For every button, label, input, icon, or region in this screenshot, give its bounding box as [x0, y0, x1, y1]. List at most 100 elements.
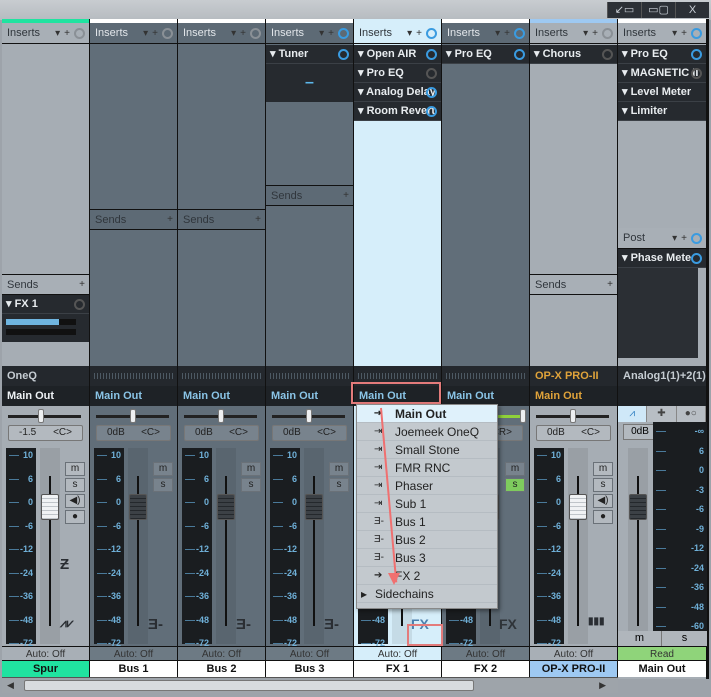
power-icon[interactable] [338, 27, 349, 39]
dropdown-arrow-icon[interactable]: ▾ [407, 28, 412, 39]
expand-icon[interactable]: ▾ [534, 48, 543, 60]
track-name-label[interactable]: FX 1 [354, 661, 441, 677]
add-send-icon[interactable]: + [167, 214, 173, 225]
dropdown-arrow-icon[interactable]: ▾ [143, 28, 148, 39]
send-pan-slider[interactable] [6, 329, 76, 335]
main-volume-fader[interactable] [629, 494, 647, 520]
dropdown-arrow-icon[interactable]: ▾ [583, 28, 588, 39]
menu-item[interactable]: ⇥ Phaser [357, 477, 497, 495]
insert-slot[interactable]: ▾ Pro EQ [354, 64, 441, 83]
automation-mode[interactable]: Auto: Off [442, 646, 529, 661]
main-volume-value[interactable]: 0dB [623, 424, 657, 440]
pan-knob[interactable] [306, 409, 312, 423]
output-selector[interactable]: Main Out [2, 386, 89, 406]
expand-icon[interactable]: ▾ [358, 105, 367, 117]
track-name-label[interactable]: Bus 2 [178, 661, 265, 677]
track-name-label[interactable]: Spur [2, 661, 89, 677]
post-slot[interactable]: ▾ Phase Mete [618, 249, 706, 268]
insert-slot[interactable]: ▾ Analog Delay [354, 83, 441, 102]
output-selector[interactable]: Main Out [442, 386, 529, 406]
add-insert-icon[interactable]: + [240, 28, 246, 39]
expand-icon[interactable]: ▾ [358, 67, 367, 79]
automation-mode[interactable]: Auto: Off [178, 646, 265, 661]
add-insert-icon[interactable]: + [64, 28, 70, 39]
power-icon[interactable] [691, 27, 702, 39]
menu-item[interactable]: Ǝ- Bus 3 [357, 549, 497, 567]
maximize-icon[interactable]: ▭▢ [641, 2, 675, 18]
menu-item[interactable]: ➔ FX 2 [357, 567, 497, 585]
insert-slot[interactable]: ▾ Room Revert [354, 102, 441, 121]
metronome-icon[interactable]: ⩘ [618, 406, 648, 422]
add-send-icon[interactable]: + [343, 190, 349, 201]
insert-slot[interactable]: ▾ Tuner [266, 45, 353, 64]
volume-fader[interactable] [41, 494, 59, 520]
power-icon[interactable] [250, 27, 261, 39]
track-name-label[interactable]: Main Out [618, 661, 706, 677]
track-name-label[interactable]: OP-X PRO-II [530, 661, 617, 677]
solo-button[interactable]: s [153, 478, 173, 492]
expand-icon[interactable]: ▾ [358, 86, 366, 98]
menu-item[interactable]: ⇥ Sub 1 [357, 495, 497, 513]
mute-button[interactable]: m [153, 462, 173, 476]
mute-button[interactable]: m [329, 462, 349, 476]
volume-fader[interactable] [217, 494, 235, 520]
output-selector[interactable]: Main Out [90, 386, 177, 406]
add-insert-icon[interactable]: + [681, 28, 687, 39]
insert-slot[interactable]: ▾ Pro EQ [618, 45, 706, 64]
automation-mode[interactable]: Auto: Off [2, 646, 89, 661]
solo-button[interactable]: s [329, 478, 349, 492]
volume-fader[interactable] [305, 494, 323, 520]
pan-value[interactable]: -1.5 <C> [8, 425, 83, 441]
insert-slot[interactable]: ▾ MAGNETIC II [618, 64, 706, 83]
pan-knob[interactable] [130, 409, 136, 423]
power-icon[interactable] [691, 232, 702, 244]
power-icon[interactable] [426, 68, 437, 79]
output-selector[interactable]: Main Out [530, 386, 617, 406]
power-icon[interactable] [338, 49, 349, 60]
dropdown-arrow-icon[interactable]: ▾ [495, 28, 500, 39]
volume-fader[interactable] [129, 494, 147, 520]
scroll-right-icon[interactable]: ▶ [599, 680, 606, 691]
menu-item[interactable]: ⇥ Small Stone [357, 441, 497, 459]
solo-button[interactable]: s [241, 478, 261, 492]
pan-value[interactable]: 0dB <C> [96, 425, 171, 441]
mute-button[interactable]: m [65, 462, 85, 476]
menu-item[interactable]: Ǝ- Bus 2 [357, 531, 497, 549]
power-icon[interactable] [691, 68, 702, 79]
power-icon[interactable] [426, 106, 437, 117]
main-solo-button[interactable]: s [662, 631, 707, 646]
output-selector[interactable] [618, 386, 706, 406]
automation-mode[interactable]: Auto: Off [530, 646, 617, 661]
pin-icon[interactable]: ✚ [647, 406, 677, 422]
add-insert-icon[interactable]: + [152, 28, 158, 39]
add-send-icon[interactable]: + [255, 214, 261, 225]
monitor-button[interactable]: ◀) [65, 494, 85, 508]
pan-knob[interactable] [570, 409, 576, 423]
insert-slot[interactable]: ▾ Level Meter [618, 83, 706, 102]
volume-fader[interactable] [569, 494, 587, 520]
insert-slot[interactable]: ▾ Limiter [618, 102, 706, 121]
expand-icon[interactable]: ▾ [622, 105, 631, 117]
record-arm-button[interactable]: ● [65, 510, 85, 524]
power-icon[interactable] [602, 27, 613, 39]
solo-button[interactable]: s [593, 478, 613, 492]
solo-button[interactable]: s [65, 478, 85, 492]
solo-button[interactable]: s [505, 478, 525, 492]
menu-item[interactable]: Ǝ- Bus 1 [357, 513, 497, 531]
power-icon[interactable] [74, 27, 85, 39]
expand-icon[interactable]: ▾ [446, 48, 455, 60]
add-insert-icon[interactable]: + [592, 28, 598, 39]
insert-slot[interactable]: ▾ Open AIR [354, 45, 441, 64]
power-icon[interactable] [514, 27, 525, 39]
mute-button[interactable]: m [241, 462, 261, 476]
menu-item[interactable]: ⇥ Joemeek OneQ [357, 423, 497, 441]
pan-value[interactable]: 0dB <C> [184, 425, 259, 441]
expand-icon[interactable]: ▾ [358, 48, 367, 60]
add-post-icon[interactable]: + [681, 233, 687, 244]
dropdown-arrow-icon[interactable]: ▾ [231, 28, 236, 39]
power-icon[interactable] [426, 49, 437, 60]
expand-icon[interactable]: ▾ [622, 67, 631, 79]
expand-icon[interactable]: ▾ [622, 48, 631, 60]
record-arm-button[interactable]: ● [593, 510, 613, 524]
power-icon[interactable] [426, 87, 437, 98]
